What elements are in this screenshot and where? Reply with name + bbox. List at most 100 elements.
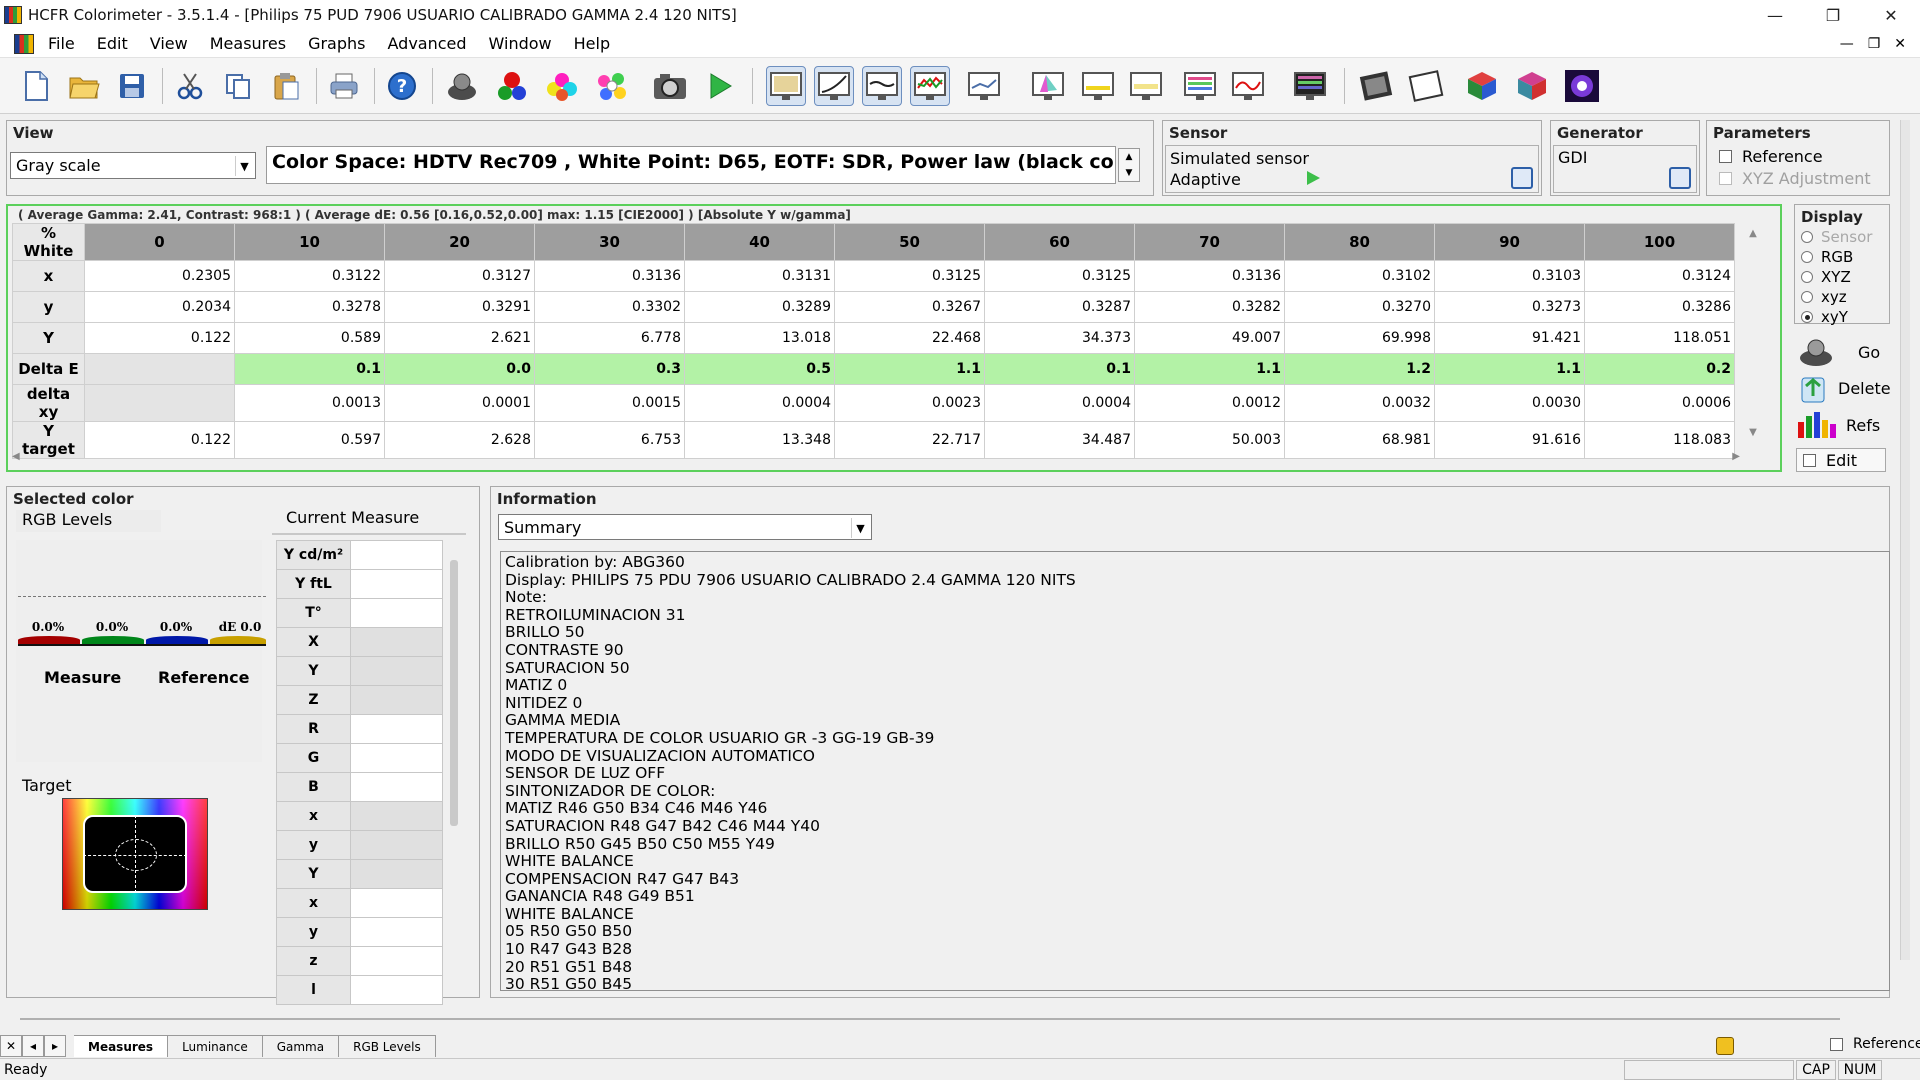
- open-folder-icon[interactable]: [64, 66, 104, 106]
- information-text[interactable]: Calibration by: ABG360 Display: PHILIPS 7…: [500, 551, 1890, 991]
- grid-horizontal-scrollbar[interactable]: ◀ ▶: [12, 448, 1740, 464]
- scroll-right-icon[interactable]: ▶: [1732, 451, 1740, 462]
- rgb-cube-icon[interactable]: [1462, 66, 1502, 106]
- tab-close-icon[interactable]: ✕: [0, 1035, 22, 1057]
- measure-value-cell[interactable]: [350, 801, 443, 831]
- grid-cell[interactable]: 0.3122: [234, 260, 385, 292]
- measure-value-cell[interactable]: [350, 685, 443, 715]
- grid-column-header[interactable]: 10: [234, 223, 385, 261]
- grid-cell[interactable]: 22.468: [834, 322, 985, 354]
- copy-icon[interactable]: [218, 66, 258, 106]
- grid-cell[interactable]: 0.3291: [384, 291, 535, 323]
- measure-value-cell[interactable]: [350, 540, 443, 570]
- measure-value-cell[interactable]: [350, 917, 443, 947]
- spectrum-graph-icon[interactable]: [1228, 66, 1268, 106]
- light-burst-icon[interactable]: [1562, 66, 1602, 106]
- display-option-xyy[interactable]: xyY: [1801, 307, 1872, 327]
- grid-column-header[interactable]: 20: [384, 223, 535, 261]
- tab-measures[interactable]: Measures: [74, 1035, 169, 1057]
- radio-icon[interactable]: [1801, 271, 1813, 283]
- grid-cell[interactable]: 1.1: [1434, 353, 1585, 385]
- luminance-sat-graph-icon[interactable]: [1126, 66, 1166, 106]
- document-icon[interactable]: [14, 33, 34, 54]
- measure-value-cell[interactable]: [350, 569, 443, 599]
- measure-value-cell[interactable]: [350, 975, 443, 1005]
- gamma-graph-icon[interactable]: [862, 66, 902, 106]
- grid-cell[interactable]: 0.2: [1584, 353, 1735, 385]
- paste-icon[interactable]: [266, 66, 306, 106]
- spin-up-icon[interactable]: ▲: [1126, 152, 1133, 162]
- menu-edit[interactable]: Edit: [87, 34, 140, 53]
- grid-cell[interactable]: 0.3278: [234, 291, 385, 323]
- generator-config-icon[interactable]: [1669, 167, 1691, 189]
- main-vertical-scrollbar[interactable]: [1900, 120, 1910, 960]
- display-option-sensor[interactable]: Sensor: [1801, 227, 1872, 247]
- all-colors-icon[interactable]: [592, 66, 632, 106]
- grid-cell[interactable]: [84, 384, 235, 422]
- grid-cell[interactable]: 0.0013: [234, 384, 385, 422]
- scroll-left-icon[interactable]: ◀: [12, 451, 20, 462]
- grid-cell[interactable]: 0.122: [84, 322, 235, 354]
- play-icon[interactable]: [700, 66, 740, 106]
- sensor-mode-arrow-icon[interactable]: [1307, 171, 1320, 185]
- grid-column-header[interactable]: 30: [534, 223, 685, 261]
- chevron-down-icon[interactable]: ▼: [235, 156, 253, 176]
- grid-cell[interactable]: 0.2034: [84, 291, 235, 323]
- cut-icon[interactable]: [170, 66, 210, 106]
- chevron-down-icon[interactable]: ▼: [851, 518, 869, 538]
- grid-cell[interactable]: 0.1: [234, 353, 385, 385]
- grid-cell[interactable]: 1.1: [834, 353, 985, 385]
- grid-cell[interactable]: 2.621: [384, 322, 535, 354]
- grid-column-header[interactable]: 80: [1284, 223, 1435, 261]
- refs-button[interactable]: Refs: [1796, 410, 1880, 440]
- measure-value-cell[interactable]: [350, 888, 443, 918]
- tab-rgb-levels[interactable]: RGB Levels: [339, 1035, 436, 1057]
- status-reference-checkbox[interactable]: Reference: [1830, 1036, 1920, 1052]
- grid-cell[interactable]: 0.3: [534, 353, 685, 385]
- grid-cell[interactable]: [84, 353, 235, 385]
- grid-cell[interactable]: 0.0032: [1284, 384, 1435, 422]
- grid-column-header[interactable]: 60: [984, 223, 1135, 261]
- menu-help[interactable]: Help: [564, 34, 622, 53]
- xyz-adjustment-checkbox[interactable]: XYZ Adjustment: [1719, 169, 1871, 188]
- grid-cell[interactable]: 0.3267: [834, 291, 985, 323]
- measure-value-cell[interactable]: [350, 598, 443, 628]
- scroll-up-icon[interactable]: ▲: [1749, 228, 1757, 239]
- camera-icon[interactable]: [650, 66, 690, 106]
- grid-cell[interactable]: 13.018: [684, 322, 835, 354]
- display-option-xyz[interactable]: xyz: [1801, 287, 1872, 307]
- grid-cell[interactable]: 0.3287: [984, 291, 1135, 323]
- grid-cell[interactable]: 0.3125: [984, 260, 1135, 292]
- grid-column-header[interactable]: 70: [1134, 223, 1285, 261]
- scroll-down-icon[interactable]: ▼: [1749, 427, 1757, 438]
- measure-value-cell[interactable]: [350, 656, 443, 686]
- radio-icon[interactable]: [1801, 291, 1813, 303]
- cie-chart-icon[interactable]: [1028, 66, 1068, 106]
- grid-cell[interactable]: 0.3302: [534, 291, 685, 323]
- print-icon[interactable]: [324, 66, 364, 106]
- grid-cell[interactable]: 0.3286: [1584, 291, 1735, 323]
- grid-cell[interactable]: 1.1: [1134, 353, 1285, 385]
- new-file-icon[interactable]: [16, 66, 56, 106]
- measures-table-icon[interactable]: [1290, 66, 1330, 106]
- menu-window[interactable]: Window: [479, 34, 564, 53]
- radio-icon[interactable]: [1801, 251, 1813, 263]
- grid-cell[interactable]: 0.3273: [1434, 291, 1585, 323]
- grid-column-header[interactable]: 40: [684, 223, 835, 261]
- grid-cell[interactable]: 0.3124: [1584, 260, 1735, 292]
- grid-column-header[interactable]: 100: [1584, 223, 1735, 261]
- reference-checkbox[interactable]: Reference: [1719, 147, 1823, 166]
- restore-button[interactable]: ❐: [1804, 0, 1862, 30]
- help-icon[interactable]: ?: [382, 66, 422, 106]
- xyz-adjustment-check[interactable]: [1719, 172, 1732, 185]
- colorspace-spinner[interactable]: ▲ ▼: [1118, 148, 1140, 182]
- grid-cell[interactable]: 0.3289: [684, 291, 835, 323]
- menu-measures[interactable]: Measures: [200, 34, 298, 53]
- mdi-restore-icon[interactable]: ❐: [1868, 36, 1881, 52]
- sensor-icon[interactable]: [442, 66, 482, 106]
- display-option-rgb[interactable]: RGB: [1801, 247, 1872, 267]
- save-icon[interactable]: [112, 66, 152, 106]
- luminance-graph-icon[interactable]: [814, 66, 854, 106]
- measure-scrollbar[interactable]: [450, 560, 458, 826]
- tab-prev-icon[interactable]: ◂: [22, 1035, 44, 1057]
